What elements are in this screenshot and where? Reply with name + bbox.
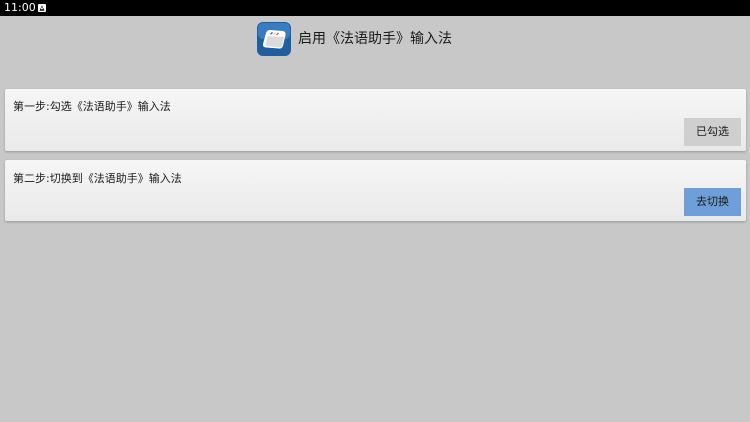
step-two-text: 第二步:切换到《法语助手》输入法 xyxy=(13,172,182,185)
header: 启用《法语助手》输入法 xyxy=(0,22,750,56)
keyboard-key-icon xyxy=(257,22,291,56)
switch-button[interactable]: 去切换 xyxy=(684,188,741,216)
enabled-button[interactable]: 已勾选 xyxy=(684,118,741,146)
android-notification-icon xyxy=(38,4,46,12)
step-one-card: 第一步:勾选《法语助手》输入法 已勾选 xyxy=(5,89,746,151)
status-bar: 11:00 xyxy=(0,0,750,16)
step-two-card: 第二步:切换到《法语助手》输入法 去切换 xyxy=(5,160,746,221)
step-one-text: 第一步:勾选《法语助手》输入法 xyxy=(13,100,171,113)
page-title: 启用《法语助手》输入法 xyxy=(298,31,452,47)
status-time: 11:00 xyxy=(4,1,36,14)
